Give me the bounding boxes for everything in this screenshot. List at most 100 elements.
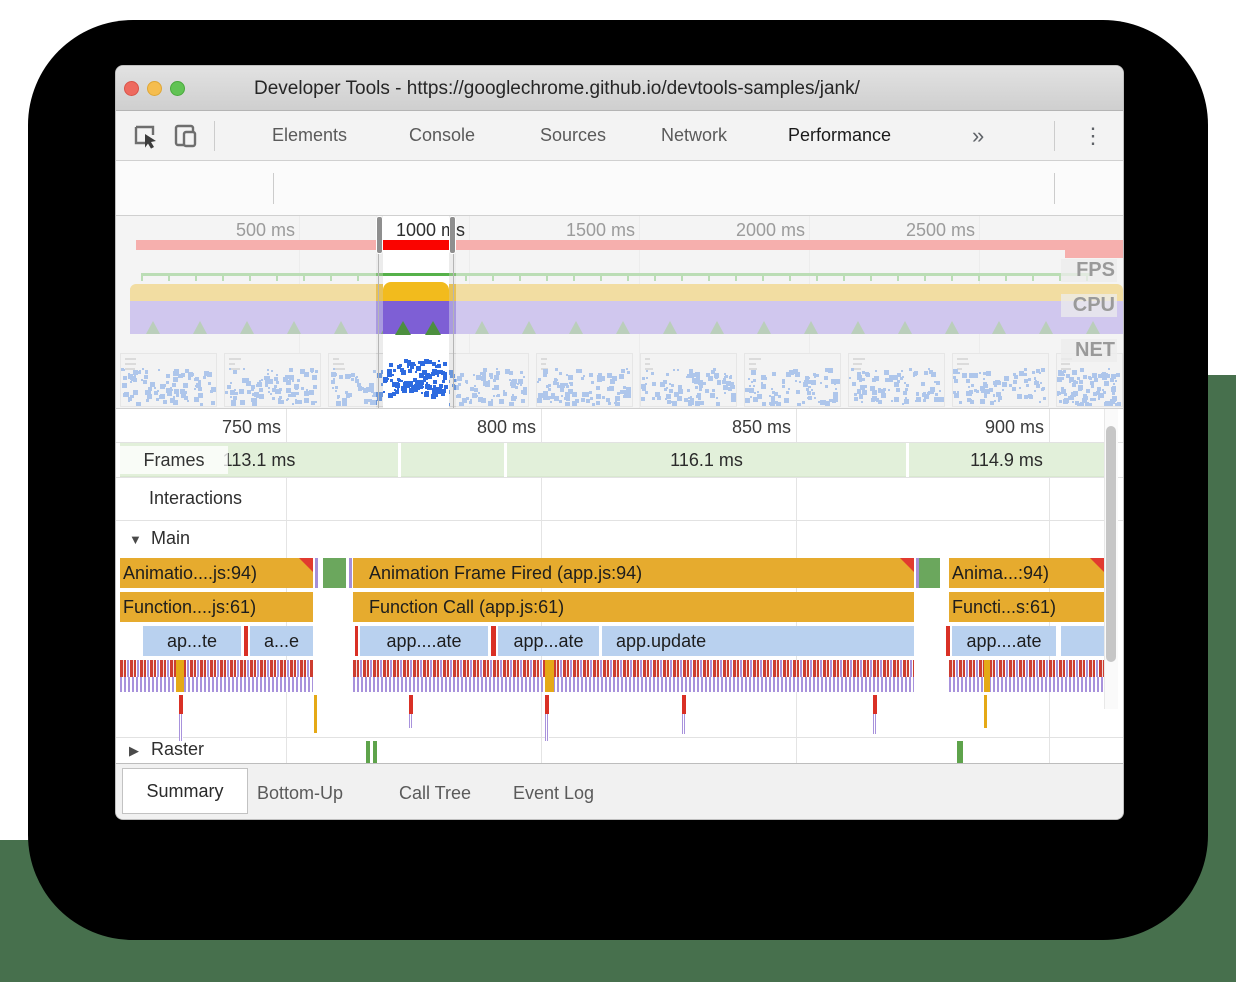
main-track-divider xyxy=(116,737,1123,738)
close-window-button[interactable] xyxy=(124,81,139,96)
flame-bar-app-update[interactable]: app.update xyxy=(602,626,914,656)
selection-left-handle[interactable] xyxy=(376,216,383,254)
tabbar-separator xyxy=(214,121,215,151)
bar-label: Functi...s:61) xyxy=(952,597,1056,617)
detail-ruler-label: 900 ms xyxy=(954,417,1044,438)
bar-label: Anima...:94) xyxy=(952,563,1049,583)
frames-divider xyxy=(116,477,1123,478)
activity-tick xyxy=(682,714,686,734)
title-bar: Developer Tools - https://googlechrome.g… xyxy=(116,66,1123,111)
main-track-label: Main xyxy=(151,528,190,549)
selection-right-handle[interactable] xyxy=(449,216,456,254)
activity-tick xyxy=(179,695,183,714)
zoom-window-button[interactable] xyxy=(170,81,185,96)
net-lane-label: NET xyxy=(1061,339,1117,362)
overview-ruler-label: 500 ms xyxy=(205,220,295,241)
activity-tick xyxy=(314,695,317,733)
activity-tick xyxy=(179,714,183,741)
devtools-tab-bar: Elements Console Sources Network Perform… xyxy=(116,111,1123,161)
activity-tick xyxy=(545,714,549,741)
flame-bar-animation-frame[interactable]: Animation Frame Fired (app.js:94) xyxy=(353,558,914,588)
frames-track-label: Frames xyxy=(120,446,228,474)
bottom-tab-bottom-up[interactable]: Bottom-Up xyxy=(257,768,343,820)
micro-activity-top xyxy=(353,660,914,677)
toolbar-separator xyxy=(273,173,274,204)
flame-bar-function-call[interactable]: Function Call (app.js:61) xyxy=(353,592,914,622)
device-toolbar-icon[interactable] xyxy=(172,122,200,150)
micro-activity-band[interactable] xyxy=(949,660,1104,692)
gc-sliver xyxy=(946,626,950,656)
inspect-element-icon[interactable] xyxy=(132,122,160,150)
paint-sliver xyxy=(349,558,352,588)
flame-bar-app-update[interactable]: app....ate xyxy=(952,626,1056,656)
detail-ruler-label: 800 ms xyxy=(446,417,536,438)
frame-segment[interactable]: 114.9 ms xyxy=(909,443,1104,477)
micro-activity-bottom xyxy=(949,677,1104,692)
tab-network[interactable]: Network xyxy=(661,111,727,160)
raster-activity-bar xyxy=(957,741,963,763)
long-task-corner xyxy=(900,558,914,572)
flame-bar-app-update[interactable]: app...ate xyxy=(498,626,599,656)
performance-toolbar: ✓ Screenshots Memory xyxy=(116,161,1123,216)
interactions-divider xyxy=(116,520,1123,521)
activity-tick xyxy=(409,714,413,728)
gc-triangle xyxy=(425,321,441,335)
activity-tick xyxy=(984,695,987,728)
raster-activity-bar xyxy=(366,741,370,763)
gc-sliver xyxy=(491,626,496,656)
fps-lane-label: FPS xyxy=(1061,259,1117,282)
cpu-lane-label: CPU xyxy=(1061,294,1117,317)
selection-screenshot xyxy=(383,355,449,405)
selection-right-edge xyxy=(453,254,454,409)
tab-performance[interactable]: Performance xyxy=(788,111,891,160)
flame-bar-clipped[interactable] xyxy=(1061,626,1104,656)
more-tabs-chevron[interactable]: » xyxy=(972,111,984,160)
flame-bar-function-call[interactable]: Functi...s:61) xyxy=(949,592,1104,622)
tab-sources[interactable]: Sources xyxy=(540,111,606,160)
flame-bar-app-update[interactable]: a...e xyxy=(250,626,313,656)
tab-elements[interactable]: Elements xyxy=(272,111,347,160)
overview-ruler-label: 2000 ms xyxy=(715,220,805,241)
bottom-tab-call-tree[interactable]: Call Tree xyxy=(399,768,471,820)
selection-window[interactable] xyxy=(383,216,449,409)
flame-bar-animation-frame[interactable]: Animatio....js:94) xyxy=(120,558,313,588)
overview-ruler-label: 2500 ms xyxy=(885,220,975,241)
flame-bar-paint[interactable] xyxy=(323,558,346,588)
bar-label: Function Call (app.js:61) xyxy=(369,597,564,617)
minimize-window-button[interactable] xyxy=(147,81,162,96)
micro-activity-band[interactable] xyxy=(120,660,313,692)
frame-segment[interactable]: 116.1 ms xyxy=(507,443,906,477)
vertical-scrollbar-thumb[interactable] xyxy=(1106,426,1116,662)
timeline-overview[interactable]: 500 ms 1000 ms 1500 ms 2000 ms 2500 ms F… xyxy=(116,216,1123,409)
bottom-tab-summary[interactable]: Summary xyxy=(122,768,248,814)
collapse-main-icon[interactable]: ▼ xyxy=(129,532,142,547)
gc-sliver xyxy=(355,626,358,656)
flame-bar-animation-frame[interactable]: Anima...:94) xyxy=(949,558,1104,588)
overview-dim-right xyxy=(456,216,1123,409)
devtools-window: Developer Tools - https://googlechrome.g… xyxy=(115,65,1124,820)
overview-dim-left xyxy=(116,216,376,409)
kebab-menu-icon[interactable]: ⋮ xyxy=(1082,121,1104,151)
raster-track-label: Raster xyxy=(151,739,204,760)
activity-tick xyxy=(682,695,686,714)
gc-triangle xyxy=(395,321,411,335)
flame-bar-app-update[interactable]: app....ate xyxy=(360,626,488,656)
micro-activity-band[interactable] xyxy=(353,660,914,692)
flame-bar-app-update[interactable]: ap...te xyxy=(143,626,241,656)
flame-bar-paint[interactable] xyxy=(919,558,940,588)
expand-raster-icon[interactable]: ▶ xyxy=(129,743,139,759)
activity-tick xyxy=(545,695,549,714)
bottom-tab-event-log[interactable]: Event Log xyxy=(513,768,594,820)
micro-activity-yellow xyxy=(984,660,990,692)
toolbar-separator-right xyxy=(1054,173,1055,204)
micro-activity-bottom xyxy=(120,677,313,692)
raster-activity-bar xyxy=(373,741,377,763)
bar-label: ap...te xyxy=(167,631,217,651)
flame-bar-function-call[interactable]: Function....js:61) xyxy=(120,592,313,622)
micro-activity-top xyxy=(949,660,1104,677)
timeline-detail-pane[interactable]: 750 ms 800 ms 850 ms 900 ms 113.1 ms 116… xyxy=(116,409,1123,763)
tabbar-separator-right xyxy=(1054,121,1055,151)
frame-segment[interactable] xyxy=(401,443,504,477)
detail-ruler-label: 850 ms xyxy=(701,417,791,438)
tab-console[interactable]: Console xyxy=(409,111,475,160)
